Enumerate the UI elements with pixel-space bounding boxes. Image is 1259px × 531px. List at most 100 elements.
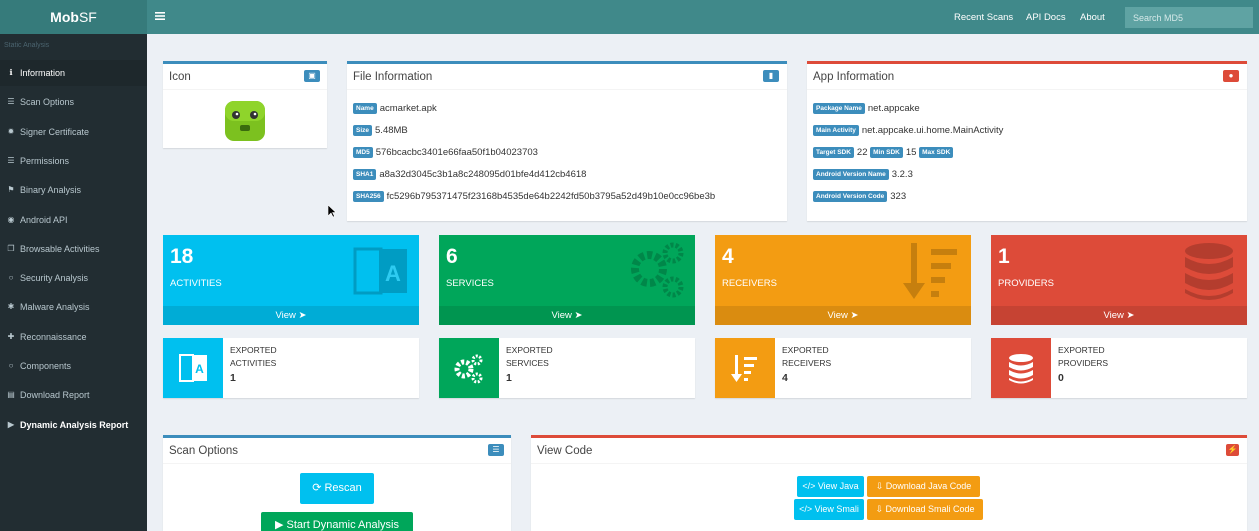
version-name-row: Android Version Name 3.2.3 — [813, 169, 913, 180]
sidebar-item-android-api[interactable]: ◉ Android API — [0, 207, 147, 233]
file-information-title: File Information — [347, 64, 787, 90]
receivers-stat-box: 4 RECEIVERS View ➤ — [715, 235, 971, 325]
bolt-icon: ⚡ — [1226, 444, 1239, 456]
top-navbar: MobSF Recent Scans API Docs About — [0, 0, 1259, 34]
version-code-row: Android Version Code 323 — [813, 191, 906, 202]
image-icon: ▣ — [304, 70, 320, 82]
sidebar-item-components[interactable]: ○ Components — [0, 353, 147, 379]
exported-activities-box: A EXPORTED ACTIVITIES 1 — [163, 338, 419, 398]
search-input[interactable] — [1125, 7, 1253, 28]
file-md5-row: MD5 576bcacbc3401e66faa50f1b04023703 — [353, 147, 538, 158]
icon-box-title: Icon — [163, 64, 327, 90]
certificate-icon: ✹ — [7, 126, 15, 136]
hamburger-menu-icon[interactable] — [155, 10, 167, 24]
nav-api-docs[interactable]: API Docs — [1026, 0, 1066, 34]
view-smali-button[interactable]: </> View Smali — [794, 499, 864, 520]
sidebar-item-label: Components — [20, 361, 72, 371]
sidebar-item-browsable-activities[interactable]: ❐ Browsable Activities — [0, 236, 147, 262]
file-information-box: File Information ▮ Name acmarket.apk Size… — [347, 61, 787, 221]
nav-recent-scans[interactable]: Recent Scans — [954, 0, 1013, 34]
package-name-row: Package Name net.appcake — [813, 103, 920, 114]
file-icon: ▤ — [7, 390, 15, 400]
app-icon — [225, 101, 265, 141]
database-icon — [1185, 243, 1233, 300]
providers-view-link[interactable]: View ➤ — [991, 306, 1247, 325]
exported-receivers-box: EXPORTED RECEIVERS 4 — [715, 338, 971, 398]
svg-text:A: A — [385, 261, 401, 286]
cogs-icon — [439, 338, 499, 398]
view-code-box: View Code ⚡ </> View Java ⇩ Download Jav… — [531, 435, 1247, 531]
exported-providers-box: EXPORTED PROVIDERS 0 — [991, 338, 1247, 398]
main-activity-row: Main Activity net.appcake.ui.home.MainAct… — [813, 125, 1003, 136]
sidebar-item-label: Dynamic Analysis Report — [20, 419, 129, 430]
receivers-view-link[interactable]: View ➤ — [715, 306, 971, 325]
list-icon: ☰ — [7, 97, 15, 107]
sidebar-item-binary-analysis[interactable]: ⚑ Binary Analysis — [0, 177, 147, 203]
sidebar-item-label: Browsable Activities — [20, 243, 100, 254]
plus-icon: ✚ — [7, 331, 15, 341]
app-information-box: App Information ● Package Name net.appcak… — [807, 61, 1247, 221]
sort-amount-down-icon — [903, 243, 957, 299]
list-icon: ☰ — [7, 155, 15, 165]
file-size-row: Size 5.48MB — [353, 125, 408, 136]
brand-logo[interactable]: MobSF — [0, 0, 147, 34]
download-java-code-button[interactable]: ⇩ Download Java Code — [867, 476, 980, 497]
sidebar-item-label: Scan Options — [20, 97, 75, 108]
file-sha1-row: SHA1 a8a32d3045c3b1a8c248095d01bfe4d412cb… — [353, 169, 586, 180]
file-sha256-row: SHA256 fc5296b795371475f23168b4535de64b22… — [353, 191, 715, 202]
list-alt-icon: ☰ — [488, 444, 504, 456]
services-stat-box: 6 SERVICES View ➤ — [439, 235, 695, 325]
sidebar-item-label: Permissions — [20, 155, 70, 166]
sidebar-item-label: Security Analysis — [20, 273, 89, 284]
sidebar-section-header: Static Analysis — [4, 42, 50, 49]
sidebar-item-malware-analysis[interactable]: ✱ Malware Analysis — [0, 294, 147, 320]
icon-box: Icon ▣ — [163, 61, 327, 148]
bug-icon: ✱ — [7, 302, 15, 312]
database-icon — [991, 338, 1051, 398]
exported-providers-count: 0 — [1058, 372, 1064, 384]
sidebar-item-signer-certificate[interactable]: ✹ Signer Certificate — [0, 119, 147, 145]
view-code-title: View Code — [531, 438, 1247, 464]
info-circle-icon: ℹ — [9, 68, 13, 77]
mouse-cursor-icon — [328, 205, 337, 218]
play-circle-icon: ▶ — [7, 419, 15, 429]
sidebar-item-label: Binary Analysis — [20, 185, 82, 196]
circle-icon: ○ — [8, 361, 14, 370]
app-information-title: App Information — [807, 64, 1247, 90]
rescan-button[interactable]: ⟳ Rescan — [300, 473, 374, 504]
sidebar-item-information[interactable]: ℹ Information — [0, 60, 147, 86]
language-icon: A — [163, 338, 223, 398]
sidebar-item-label: Malware Analysis — [20, 302, 90, 313]
exported-services-count: 1 — [506, 372, 512, 384]
sdk-row: Target SDK 22 Min SDK 15 Max SDK — [813, 147, 956, 158]
info-circle-icon: ● — [1223, 70, 1239, 82]
exported-receivers-count: 4 — [782, 372, 788, 384]
nav-about[interactable]: About — [1080, 0, 1105, 34]
clone-icon: ❐ — [7, 243, 15, 253]
sidebar-item-label: Reconnaissance — [20, 331, 87, 342]
file-name-row: Name acmarket.apk — [353, 103, 437, 114]
start-dynamic-analysis-button[interactable]: ▶ Start Dynamic Analysis — [261, 512, 413, 531]
file-icon: ▮ — [763, 70, 779, 82]
sidebar-item-label: Android API — [20, 214, 68, 225]
download-smali-code-button[interactable]: ⇩ Download Smali Code — [867, 499, 983, 520]
activities-stat-box: 18 ACTIVITIES A View ➤ — [163, 235, 419, 325]
sidebar-item-label: Signer Certificate — [20, 126, 90, 137]
sidebar-item-dynamic-analysis-report[interactable]: ▶ Dynamic Analysis Report — [0, 412, 147, 438]
view-java-button[interactable]: </> View Java — [797, 476, 864, 497]
sidebar-item-reconnaissance[interactable]: ✚ Reconnaissance — [0, 324, 147, 350]
activities-view-link[interactable]: View ➤ — [163, 306, 419, 325]
sidebar-item-download-report[interactable]: ▤ Download Report — [0, 382, 147, 408]
sidebar-item-label: Information — [20, 68, 66, 78]
sort-amount-down-icon — [715, 338, 775, 398]
svg-text:A: A — [195, 362, 204, 376]
sidebar-item-scan-options[interactable]: ☰ Scan Options — [0, 89, 147, 115]
services-view-link[interactable]: View ➤ — [439, 306, 695, 325]
exported-services-box: EXPORTED SERVICES 1 — [439, 338, 695, 398]
flag-icon: ⚑ — [7, 185, 15, 195]
exported-activities-count: 1 — [230, 372, 236, 384]
sidebar-item-permissions[interactable]: ☰ Permissions — [0, 148, 147, 174]
sidebar-item-security-analysis[interactable]: ○ Security Analysis — [0, 265, 147, 291]
circle-icon: ○ — [8, 273, 14, 283]
language-icon: A — [353, 247, 407, 295]
